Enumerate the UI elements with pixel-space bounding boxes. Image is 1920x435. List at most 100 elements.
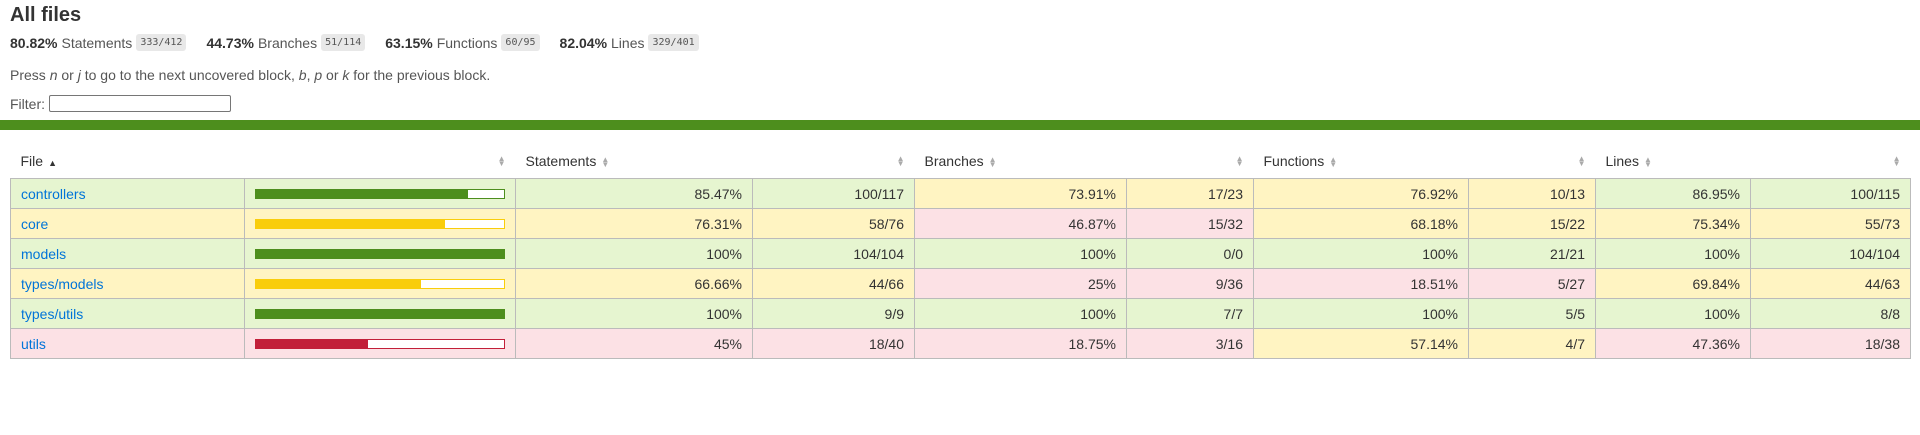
- statements-fraction: 18/40: [752, 328, 915, 359]
- filter-label: Filter:: [10, 95, 45, 112]
- filter-input[interactable]: [49, 95, 231, 112]
- branches-fraction: 9/36: [1126, 268, 1254, 299]
- summary-fraction: 329/401: [648, 34, 699, 51]
- branches-pct: 25%: [914, 268, 1127, 299]
- functions-pct: 76.92%: [1253, 178, 1469, 209]
- column-header-file-bar[interactable]: ▲ ▼: [244, 144, 516, 179]
- column-header-statements-fraction[interactable]: ▲ ▼: [752, 144, 915, 179]
- file-link[interactable]: types/models: [21, 276, 103, 292]
- sort-icon: ▲ ▼: [1643, 155, 1652, 170]
- statements-fraction: 44/66: [752, 268, 915, 299]
- branches-fraction: 17/23: [1126, 178, 1254, 209]
- table-row: utils 45% 18/40 18.75% 3/16 57.14% 4/7 47.36% 18…: [10, 328, 1911, 359]
- file-link[interactable]: types/utils: [21, 306, 83, 322]
- column-header-label: Lines: [1605, 153, 1639, 169]
- file-cell: types/utils: [10, 298, 245, 329]
- column-header-functions-fraction[interactable]: ▲ ▼: [1468, 144, 1596, 179]
- column-header-label: Branches: [924, 153, 984, 169]
- lines-fraction: 8/8: [1750, 298, 1911, 329]
- table-row: types/models 66.66% 44/66 25% 9/36 18.51% 5/27…: [10, 268, 1911, 299]
- functions-fraction: 21/21: [1468, 238, 1596, 269]
- coverage-table-wrapper: File ▲ ▲ ▼ Statements ▲ ▼ ▲ ▼ Branches ▲ ▼ ▲ ▼ F…: [0, 144, 1920, 359]
- hint-text: or: [57, 67, 78, 83]
- coverage-bar-cell: [244, 178, 516, 209]
- table-row: types/utils 100% 9/9 100% 7/7 100% 5/5 100% 8/8: [10, 298, 1911, 329]
- coverage-table-body: controllers 85.47% 100/117 73.91% 17/23 76.92…: [10, 178, 1911, 359]
- coverage-bar-fill: [256, 309, 504, 318]
- column-header-functions[interactable]: Functions ▲ ▼: [1253, 144, 1469, 179]
- lines-pct: 47.36%: [1595, 328, 1751, 359]
- statements-pct: 45%: [515, 328, 753, 359]
- functions-pct: 68.18%: [1253, 208, 1469, 239]
- header-section: All files 80.82% Statements 333/412 44.7…: [0, 4, 1920, 112]
- branches-pct: 100%: [914, 298, 1127, 329]
- file-link[interactable]: controllers: [21, 186, 86, 202]
- file-cell: types/models: [10, 268, 245, 299]
- file-link[interactable]: models: [21, 246, 66, 262]
- file-link[interactable]: core: [21, 216, 48, 232]
- functions-fraction: 15/22: [1468, 208, 1596, 239]
- functions-fraction: 5/5: [1468, 298, 1596, 329]
- page-title: All files: [10, 4, 82, 26]
- branches-pct: 46.87%: [914, 208, 1127, 239]
- summary-label: Functions: [436, 34, 498, 51]
- coverage-bar-fill: [256, 189, 468, 198]
- coverage-bar-fill: [256, 249, 504, 258]
- sort-icon: ▲ ▼: [896, 154, 905, 168]
- lines-pct: 69.84%: [1595, 268, 1751, 299]
- file-cell: controllers: [10, 178, 245, 209]
- statements-pct: 66.66%: [515, 268, 753, 299]
- column-header-file[interactable]: File ▲: [10, 144, 245, 179]
- table-row: core 76.31% 58/76 46.87% 15/32 68.18% 15/22 75.…: [10, 208, 1911, 239]
- column-header-lines[interactable]: Lines ▲ ▼: [1595, 144, 1751, 179]
- coverage-bar: [255, 218, 505, 229]
- functions-pct: 100%: [1253, 238, 1469, 269]
- branches-fraction: 15/32: [1126, 208, 1254, 239]
- coverage-status-bar: [0, 120, 1920, 130]
- summary-label: Lines: [611, 34, 645, 51]
- sort-icon: ▲ ▼: [601, 155, 610, 170]
- coverage-bar-cell: [244, 328, 516, 359]
- summary-fraction: 333/412: [136, 34, 187, 51]
- column-header-branches-fraction[interactable]: ▲ ▼: [1126, 144, 1254, 179]
- coverage-bar: [255, 338, 505, 349]
- summary-statements: 80.82% Statements 333/412: [10, 34, 187, 51]
- statements-fraction: 9/9: [752, 298, 915, 329]
- summary-label: Statements: [61, 34, 133, 51]
- statements-pct: 100%: [515, 298, 753, 329]
- coverage-bar: [255, 248, 505, 259]
- column-header-lines-fraction[interactable]: ▲ ▼: [1750, 144, 1911, 179]
- lines-pct: 75.34%: [1595, 208, 1751, 239]
- coverage-bar: [255, 188, 505, 199]
- statements-pct: 76.31%: [515, 208, 753, 239]
- coverage-bar-cell: [244, 208, 516, 239]
- statements-fraction: 100/117: [752, 178, 915, 209]
- file-cell: models: [10, 238, 245, 269]
- coverage-bar-cell: [244, 268, 516, 299]
- column-header-branches[interactable]: Branches ▲ ▼: [914, 144, 1127, 179]
- lines-fraction: 55/73: [1750, 208, 1911, 239]
- functions-pct: 57.14%: [1253, 328, 1469, 359]
- summary-functions: 63.15% Functions 60/95: [385, 34, 540, 51]
- lines-fraction: 44/63: [1750, 268, 1911, 299]
- lines-pct: 86.95%: [1595, 178, 1751, 209]
- file-link[interactable]: utils: [21, 336, 46, 352]
- sort-icon: ▲ ▼: [1235, 154, 1244, 168]
- branches-pct: 100%: [914, 238, 1127, 269]
- functions-pct: 18.51%: [1253, 268, 1469, 299]
- statements-pct: 85.47%: [515, 178, 753, 209]
- filter-row: Filter:: [10, 95, 1910, 112]
- branches-pct: 73.91%: [914, 178, 1127, 209]
- sort-icon: ▲ ▼: [1577, 154, 1586, 168]
- lines-fraction: 100/115: [1750, 178, 1911, 209]
- hint-text: or: [322, 67, 343, 83]
- coverage-bar-fill: [256, 219, 446, 228]
- table-row: controllers 85.47% 100/117 73.91% 17/23 76.92…: [10, 178, 1911, 209]
- sort-icon: ▲ ▼: [988, 155, 997, 170]
- hint-key: b: [298, 67, 307, 83]
- branches-fraction: 3/16: [1126, 328, 1254, 359]
- functions-fraction: 10/13: [1468, 178, 1596, 209]
- summary-pct: 80.82%: [10, 34, 58, 51]
- statements-pct: 100%: [515, 238, 753, 269]
- column-header-statements[interactable]: Statements ▲ ▼: [515, 144, 753, 179]
